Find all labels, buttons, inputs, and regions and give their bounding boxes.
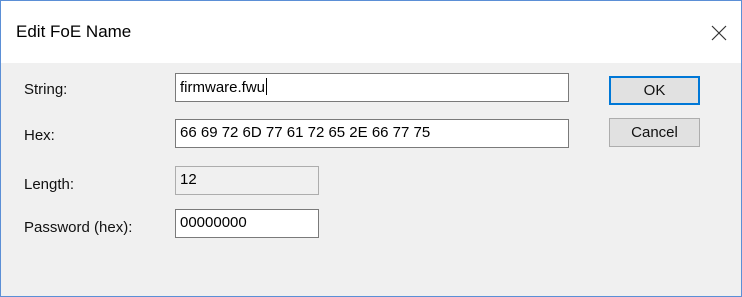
length-field: 12 [175,166,319,195]
edit-foe-name-dialog: Edit FoE Name String: firmware.fwu Hex: … [0,0,742,297]
string-input[interactable]: firmware.fwu [175,73,569,102]
length-label: Length: [24,176,75,193]
close-button[interactable] [705,19,733,47]
text-caret [266,78,268,95]
close-icon [711,25,727,41]
hex-input[interactable]: 66 69 72 6D 77 61 72 65 2E 66 77 75 [175,119,569,148]
cancel-button[interactable]: Cancel [609,118,700,147]
string-label: String: [24,81,68,98]
dialog-title: Edit FoE Name [16,22,132,41]
password-label: Password (hex): [24,219,133,236]
hex-label: Hex: [24,127,55,144]
ok-button[interactable]: OK [609,76,700,105]
title-bar: Edit FoE Name [1,1,741,63]
string-input-value: firmware.fwu [180,79,266,96]
password-input[interactable]: 00000000 [175,209,319,238]
